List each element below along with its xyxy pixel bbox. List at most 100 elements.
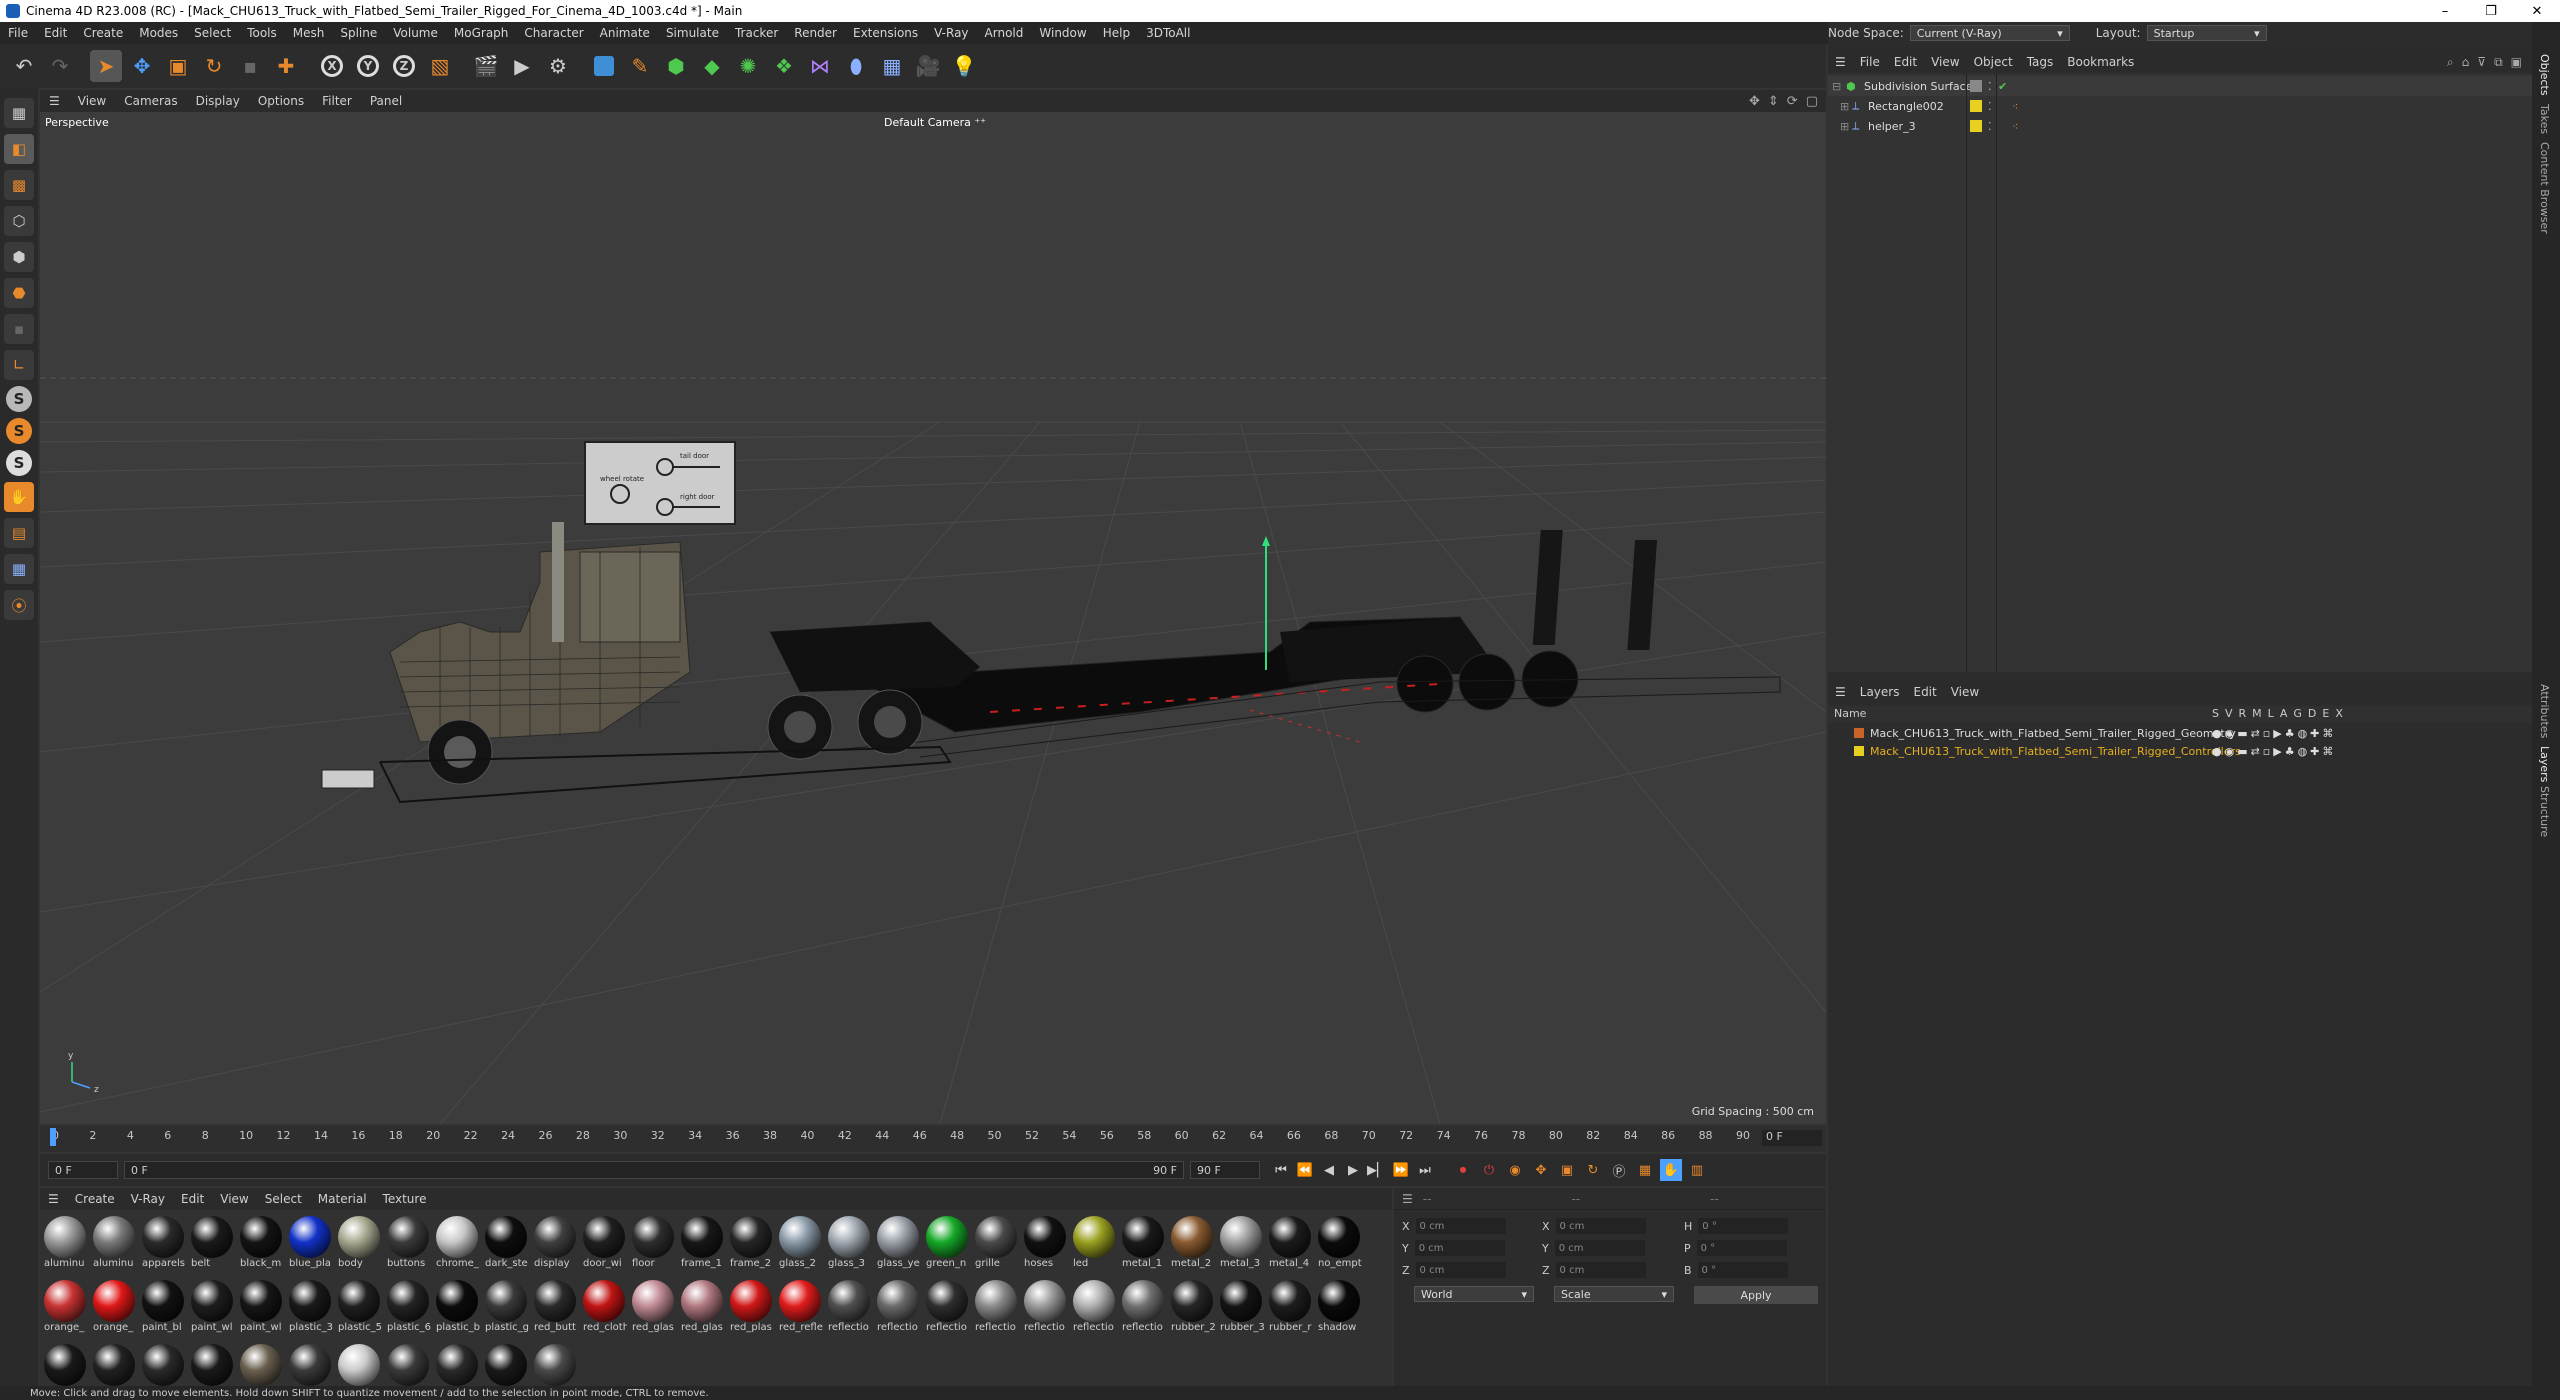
redo-button[interactable]: ↷	[44, 50, 76, 82]
prev-key-button[interactable]: ⏪	[1294, 1159, 1316, 1181]
material-swatch[interactable]	[532, 1342, 578, 1386]
go-to-end-button[interactable]: ⏭	[1414, 1159, 1436, 1181]
tab-attributes[interactable]: Attributes	[2538, 684, 2551, 738]
record-button[interactable]: ⏺	[1452, 1159, 1474, 1181]
key-rotation-button[interactable]: ↻	[1582, 1159, 1604, 1181]
layer-toggles[interactable]: ●◉▬⇄▫▶♣◍✚⌘	[2212, 745, 2336, 758]
mograph-button[interactable]: ✺	[732, 50, 764, 82]
layer-menu-icon[interactable]: ☰	[1828, 685, 1853, 699]
next-key-button[interactable]: ⏩	[1390, 1159, 1412, 1181]
tab-layers[interactable]: Layers	[2538, 746, 2551, 782]
material-swatch[interactable]: door_wi	[581, 1214, 627, 1274]
object-menu-file[interactable]: File	[1853, 55, 1887, 69]
material-swatch[interactable]	[238, 1342, 284, 1386]
material-swatch[interactable]: metal_1	[1120, 1214, 1166, 1274]
key-scale-button[interactable]: ▣	[1556, 1159, 1578, 1181]
material-menu-edit[interactable]: Edit	[173, 1192, 212, 1206]
material-swatch[interactable]: metal_3	[1218, 1214, 1264, 1274]
filter-icon[interactable]: ⊽	[2477, 55, 2486, 70]
material-swatch[interactable]: frame_2	[728, 1214, 774, 1274]
rotate-tool-button[interactable]: ↻	[198, 50, 230, 82]
material-swatch[interactable]: orange_	[91, 1278, 137, 1338]
axis-z-button[interactable]: Z	[388, 50, 420, 82]
size-mode-dropdown[interactable]: Scale ▾	[1554, 1286, 1674, 1302]
go-to-start-button[interactable]: ⏮	[1270, 1159, 1292, 1181]
material-swatch[interactable]: red_butt	[532, 1278, 578, 1338]
scale-tool-button[interactable]: ▣	[162, 50, 194, 82]
tab-objects[interactable]: Objects	[2538, 54, 2551, 96]
render-region-button[interactable]: 🎬	[470, 50, 502, 82]
pos-z-field[interactable]: 0 cm	[1415, 1262, 1506, 1278]
material-swatch[interactable]: blue_pla	[287, 1214, 333, 1274]
object-menu-edit[interactable]: Edit	[1887, 55, 1924, 69]
layout-dropdown[interactable]: Startup ▾	[2146, 25, 2267, 41]
coord-mode-dropdown[interactable]: World ▾	[1414, 1286, 1534, 1302]
material-swatch[interactable]: plastic_6	[385, 1278, 431, 1338]
axis-mode-button[interactable]: ∟	[4, 350, 34, 380]
material-swatch[interactable]	[483, 1342, 529, 1386]
menu-character[interactable]: Character	[516, 26, 591, 40]
material-swatch[interactable]: hoses	[1022, 1214, 1068, 1274]
render-settings-button[interactable]: ⚙	[542, 50, 574, 82]
material-swatch[interactable]: metal_4	[1267, 1214, 1313, 1274]
timeline-button[interactable]: ▥	[1686, 1159, 1708, 1181]
menu-modes[interactable]: Modes	[131, 26, 186, 40]
maximize-view-icon[interactable]: ▢	[1806, 94, 1818, 109]
live-selection-button[interactable]: ➤	[90, 50, 122, 82]
end-frame-field[interactable]: 90 F	[1190, 1161, 1260, 1179]
size-y-field[interactable]: 0 cm	[1554, 1240, 1645, 1256]
coordinates-menu-icon[interactable]: ☰	[1402, 1192, 1413, 1206]
material-swatch[interactable]: reflectio	[1071, 1278, 1117, 1338]
layer-menu-edit[interactable]: Edit	[1906, 685, 1943, 699]
3d-viewport[interactable]: wheel rotate tail door right door y z Pe…	[40, 112, 1826, 1124]
next-frame-button[interactable]: ▶▏	[1366, 1159, 1388, 1181]
object-menu-view[interactable]: View	[1924, 55, 1966, 69]
material-swatch[interactable]: grille	[973, 1214, 1019, 1274]
menu-help[interactable]: Help	[1095, 26, 1138, 40]
material-swatch[interactable]: reflectio	[875, 1278, 921, 1338]
deformer-button[interactable]: ⋈	[804, 50, 836, 82]
object-row-subdivision-surface[interactable]: ⊟ ⬢ Subdivision Surface ⁚ ✔	[1828, 76, 2532, 96]
make-editable-button[interactable]: ▦	[4, 98, 34, 128]
viewport-menu-view[interactable]: View	[69, 94, 115, 108]
object-menu-object[interactable]: Object	[1967, 55, 2020, 69]
field-button[interactable]: ⬮	[840, 50, 872, 82]
move-view-icon[interactable]: ✥	[1749, 94, 1760, 109]
layer-color-swatch[interactable]	[1854, 728, 1864, 738]
rot-p-field[interactable]: 0 °	[1696, 1240, 1787, 1256]
material-swatch[interactable]: aluminu	[91, 1214, 137, 1274]
layer-row-controllers[interactable]: Mack_CHU613_Truck_with_Flatbed_Semi_Trai…	[1828, 742, 2532, 760]
material-swatch[interactable]: red_glas	[630, 1278, 676, 1338]
material-menu-select[interactable]: Select	[257, 1192, 310, 1206]
move-tool-button[interactable]: ✥	[126, 50, 158, 82]
object-menu-icon[interactable]: ☰	[1828, 55, 1853, 69]
visibility-dots-icon[interactable]: ⁚	[1988, 80, 1992, 93]
material-swatch[interactable]: glass_ye	[875, 1214, 921, 1274]
floor-button[interactable]: ▦	[876, 50, 908, 82]
snap-s-button-2[interactable]: S	[6, 418, 32, 444]
material-swatch[interactable]: chrome_	[434, 1214, 480, 1274]
search-icon[interactable]: ⌕	[2447, 55, 2454, 70]
light-button[interactable]: 💡	[948, 50, 980, 82]
timeline-ruler[interactable]: 0246810121416182022242628303234363840424…	[40, 1126, 1826, 1152]
key-pla-button[interactable]: ▦	[1634, 1159, 1656, 1181]
object-menu-tags[interactable]: Tags	[2020, 55, 2061, 69]
home-icon[interactable]: ⌂	[2462, 55, 2470, 70]
current-frame-field[interactable]: 0 F	[1762, 1130, 1822, 1146]
uv-mode-button[interactable]: ▪	[4, 314, 34, 344]
material-swatch[interactable]: plastic_3	[287, 1278, 333, 1338]
material-swatch[interactable]	[434, 1342, 480, 1386]
subdivision-button[interactable]: ⬢	[660, 50, 692, 82]
material-swatch[interactable]: red_glas	[679, 1278, 725, 1338]
menu-volume[interactable]: Volume	[385, 26, 446, 40]
material-swatch[interactable]	[385, 1342, 431, 1386]
material-swatch[interactable]: reflectio	[1120, 1278, 1166, 1338]
prev-frame-button[interactable]: ◀	[1318, 1159, 1340, 1181]
material-swatch[interactable]: frame_1	[679, 1214, 725, 1274]
material-swatch[interactable]: aluminu	[42, 1214, 88, 1274]
menu-vray[interactable]: V-Ray	[926, 26, 976, 40]
tab-takes[interactable]: Takes	[2538, 104, 2551, 134]
rotate-view-icon[interactable]: ⟳	[1787, 94, 1798, 109]
menu-select[interactable]: Select	[186, 26, 239, 40]
object-menu-bookmarks[interactable]: Bookmarks	[2060, 55, 2141, 69]
